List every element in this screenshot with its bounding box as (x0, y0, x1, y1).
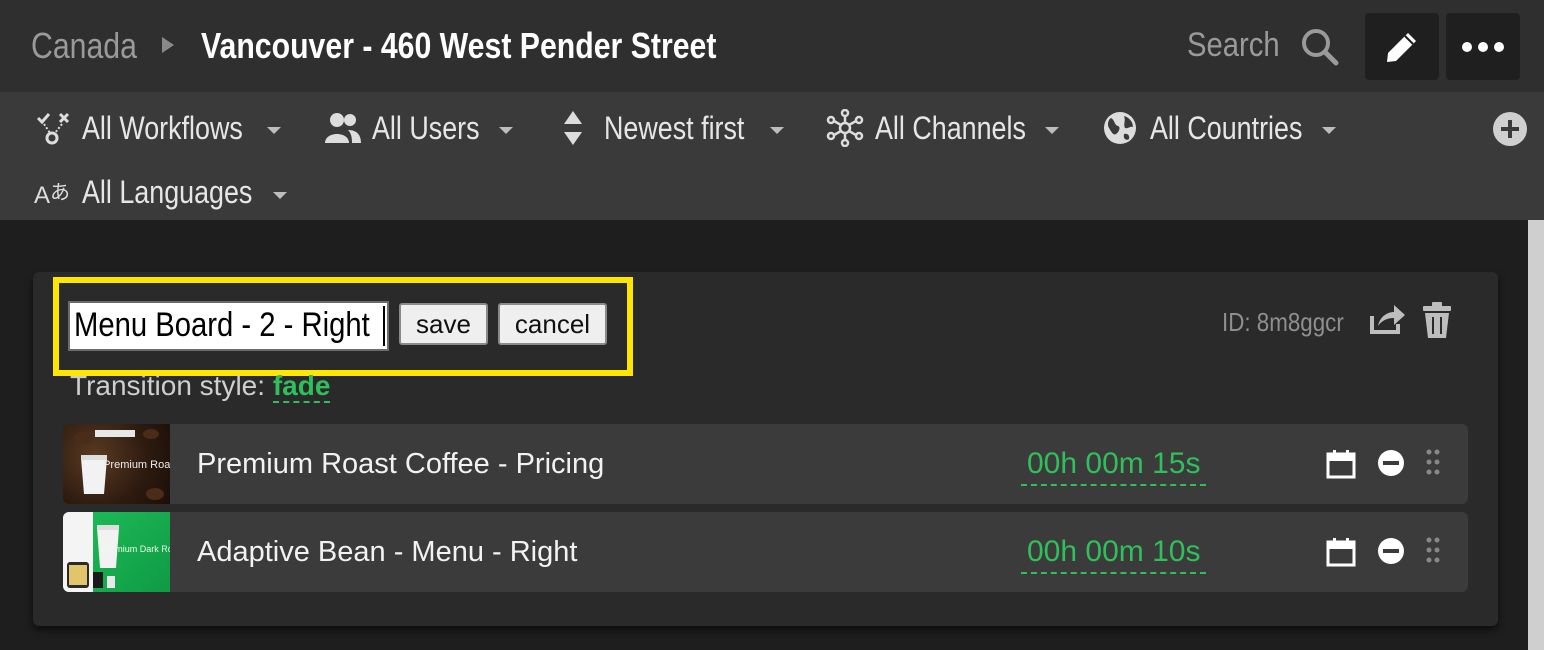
filter-sort[interactable]: Newest first (553, 106, 771, 150)
playlist-item[interactable]: Premium Roast Premium Roast Coffee - Pri… (63, 424, 1468, 504)
item-title: Adaptive Bean - Menu - Right (197, 536, 578, 568)
chevron-down-icon[interactable] (1322, 127, 1336, 134)
transition-style: Transition style: fade (70, 368, 331, 404)
playlist-item[interactable]: Premium Dark Roast Adaptive Bean - Menu … (63, 512, 1468, 592)
remove-icon[interactable] (1377, 537, 1405, 565)
search-label[interactable]: Search (1187, 24, 1280, 66)
transition-style-value[interactable]: fade (272, 370, 331, 403)
top-header: Canada Vancouver - 460 West Pender Stree… (0, 0, 1544, 92)
chevron-down-icon[interactable] (267, 127, 281, 134)
edit-button[interactable] (1365, 13, 1439, 80)
filter-languages-label: All Languages (82, 173, 253, 210)
playlist-id: ID: 8m8ggcr (1222, 307, 1344, 337)
filter-channels[interactable]: All Channels (825, 106, 1055, 150)
breadcrumb-root[interactable]: Canada (31, 24, 137, 68)
add-filter-icon[interactable] (1493, 112, 1527, 146)
breadcrumb-separator-icon (162, 37, 174, 53)
thumbnail-text: Premium Roast (103, 459, 170, 471)
filter-bar: All Workflows All Users Newest first All… (0, 92, 1544, 220)
sort-icon (553, 108, 593, 148)
filter-languages[interactable]: A あ All Languages (32, 170, 285, 214)
chevron-down-icon[interactable] (770, 127, 784, 134)
highlight-box (53, 277, 633, 376)
more-options-button[interactable] (1446, 13, 1520, 80)
drag-handle-icon[interactable] (1426, 537, 1440, 563)
chevron-down-icon[interactable] (273, 192, 287, 199)
page-title: Vancouver - 460 West Pender Street (201, 25, 717, 66)
thumbnail-text: Premium Dark Roast (101, 544, 170, 554)
drag-handle-icon[interactable] (1426, 449, 1440, 475)
item-duration[interactable]: 00h 00m 10s (1021, 532, 1207, 574)
channels-network-icon (825, 108, 865, 148)
item-title: Premium Roast Coffee - Pricing (197, 448, 605, 480)
share-icon[interactable] (1368, 302, 1406, 336)
content-thumbnail: Premium Dark Roast (63, 512, 185, 592)
calendar-icon[interactable] (1326, 537, 1356, 567)
ellipsis-icon (1462, 41, 1504, 52)
workflow-icon (32, 108, 72, 148)
remove-icon[interactable] (1377, 449, 1405, 477)
trash-icon[interactable] (1422, 301, 1452, 339)
users-icon (323, 108, 363, 148)
item-duration[interactable]: 00h 00m 15s (1021, 444, 1207, 486)
svg-text:あ: あ (50, 180, 70, 204)
chevron-down-icon[interactable] (499, 127, 513, 134)
filter-channels-label: All Channels (875, 109, 1026, 146)
chevron-down-icon[interactable] (1045, 127, 1059, 134)
calendar-icon[interactable] (1326, 449, 1356, 479)
language-icon: A あ (32, 172, 72, 212)
filter-users[interactable]: All Users (323, 106, 500, 150)
filter-sort-label: Newest first (604, 109, 745, 146)
filter-countries-label: All Countries (1150, 109, 1303, 146)
scrollbar[interactable] (1528, 220, 1544, 650)
svg-text:A: A (34, 182, 50, 209)
content-thumbnail: Premium Roast (63, 424, 179, 504)
filter-workflows-label: All Workflows (82, 109, 243, 146)
filter-countries[interactable]: All Countries (1100, 106, 1331, 150)
filter-workflows[interactable]: All Workflows (32, 106, 273, 150)
globe-icon (1100, 108, 1140, 148)
transition-style-label: Transition style: (70, 370, 266, 401)
search-icon[interactable] (1300, 27, 1340, 67)
pencil-icon (1387, 32, 1416, 62)
filter-users-label: All Users (372, 109, 480, 146)
